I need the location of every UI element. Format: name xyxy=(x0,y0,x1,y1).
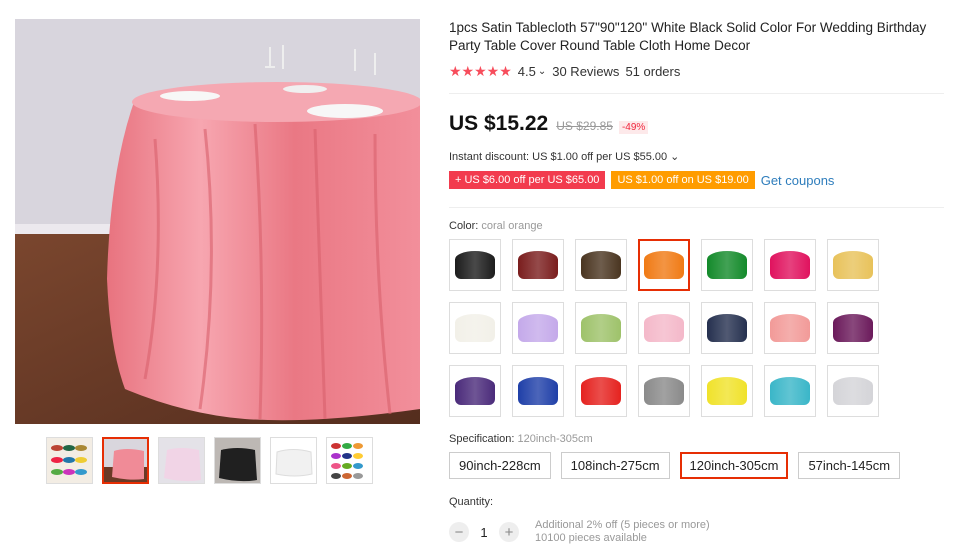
coupon-store[interactable]: + US $6.00 off per US $65.00 xyxy=(449,171,606,189)
main-product-image xyxy=(15,19,420,424)
price-block: US $15.22 US $29.85 -49% xyxy=(449,112,649,136)
star-rating-icon: ★★★★★ xyxy=(449,63,512,79)
thumbnail-black[interactable] xyxy=(214,437,261,484)
spec-option-button[interactable]: 57inch-145cm xyxy=(798,452,901,479)
tablecloth-swatch-icon xyxy=(707,377,747,405)
quantity-input[interactable]: 1 xyxy=(469,525,499,540)
stock-available-text: 10100 pieces available xyxy=(535,532,647,544)
orders-count: 51 orders xyxy=(625,64,681,79)
color-swatch[interactable] xyxy=(827,365,879,417)
color-swatch[interactable] xyxy=(512,239,564,291)
spec-options: 90inch-228cm 108inch-275cm 120inch-305cm 57… xyxy=(449,452,901,479)
rating-row: ★★★★★ 4.5 ⌄ 30 Reviews 51 orders xyxy=(449,63,686,80)
tablecloth-swatch-icon xyxy=(455,377,495,405)
color-swatch[interactable] xyxy=(512,365,564,417)
tablecloth-swatch-icon xyxy=(833,377,873,405)
instant-discount[interactable]: Instant discount: US $1.00 off per US $5… xyxy=(449,150,679,163)
rating-value[interactable]: 4.5 xyxy=(518,64,536,79)
color-swatch[interactable] xyxy=(764,365,816,417)
color-value: coral orange xyxy=(481,220,543,232)
tablecloth-swatch-icon xyxy=(833,314,873,342)
color-swatch[interactable] xyxy=(512,302,564,354)
tablecloth-swatch-icon xyxy=(707,251,747,279)
tablecloth-swatch-icon xyxy=(707,314,747,342)
color-swatch[interactable] xyxy=(827,239,879,291)
tablecloth-swatch-icon xyxy=(581,251,621,279)
thumbnail-colors-1[interactable] xyxy=(46,437,93,484)
tablecloth-swatch-icon xyxy=(644,314,684,342)
coupon-select[interactable]: US $1.00 off on US $19.00 xyxy=(611,171,755,189)
color-swatch[interactable] xyxy=(701,239,753,291)
thumbnail-colors-2[interactable] xyxy=(326,437,373,484)
quantity-info: Additional 2% off (5 pieces or more) 101… xyxy=(535,519,710,545)
thumbnail-light-pink[interactable] xyxy=(158,437,205,484)
tablecloth-swatch-icon xyxy=(770,251,810,279)
color-swatch[interactable] xyxy=(449,365,501,417)
color-swatch[interactable] xyxy=(701,365,753,417)
tablecloth-swatch-icon xyxy=(770,314,810,342)
color-swatch[interactable] xyxy=(575,365,627,417)
original-price: US $29.85 xyxy=(556,119,613,133)
reviews-link[interactable]: 30 Reviews xyxy=(552,64,619,79)
color-swatch[interactable] xyxy=(827,302,879,354)
color-swatch[interactable] xyxy=(701,302,753,354)
color-swatch[interactable] xyxy=(575,239,627,291)
tablecloth-swatch-icon xyxy=(644,377,684,405)
get-coupons-link[interactable]: Get coupons xyxy=(761,173,835,188)
color-swatch[interactable] xyxy=(764,239,816,291)
divider xyxy=(449,207,944,208)
color-swatch[interactable] xyxy=(449,239,501,291)
spec-option-button[interactable]: 120inch-305cm xyxy=(679,452,789,479)
tablecloth-illustration xyxy=(15,19,420,424)
tablecloth-swatch-icon xyxy=(518,314,558,342)
spec-value: 120inch-305cm xyxy=(517,433,593,445)
product-title: 1pcs Satin Tablecloth 57"90"120'' White … xyxy=(449,20,927,53)
tablecloth-swatch-icon xyxy=(770,377,810,405)
spec-label: Specification: 120inch-305cm xyxy=(449,433,593,445)
discount-badge: -49% xyxy=(618,121,649,134)
color-swatch[interactable] xyxy=(449,302,501,354)
thumbnail-white[interactable] xyxy=(270,437,317,484)
spec-option-button[interactable]: 90inch-228cm xyxy=(449,452,551,479)
quantity-stepper: − 1 + Additional 2% off (5 pieces or mor… xyxy=(449,519,710,545)
thumbnail-pink[interactable] xyxy=(102,437,149,484)
spec-option-button[interactable]: 108inch-275cm xyxy=(560,452,670,479)
color-label-text: Color: xyxy=(449,220,482,232)
tablecloth-swatch-icon xyxy=(518,251,558,279)
color-swatch[interactable] xyxy=(764,302,816,354)
color-swatch[interactable] xyxy=(638,365,690,417)
color-swatch[interactable] xyxy=(638,239,690,291)
spec-label-text: Specification: xyxy=(449,433,518,445)
tablecloth-swatch-icon xyxy=(455,314,495,342)
tablecloth-swatch-icon xyxy=(581,377,621,405)
thumbnail-strip xyxy=(46,437,373,484)
tablecloth-swatch-icon xyxy=(581,314,621,342)
divider xyxy=(449,93,944,94)
tablecloth-swatch-icon xyxy=(644,251,684,279)
tablecloth-swatch-icon xyxy=(518,377,558,405)
tablecloth-swatch-icon xyxy=(833,251,873,279)
coupon-row: + US $6.00 off per US $65.00 US $1.00 of… xyxy=(449,171,834,189)
tablecloth-swatch-icon xyxy=(455,251,495,279)
rating-chevron-icon[interactable]: ⌄ xyxy=(538,66,546,77)
color-swatch[interactable] xyxy=(638,302,690,354)
color-label: Color: coral orange xyxy=(449,220,543,232)
color-swatch-grid xyxy=(449,239,879,417)
color-swatch[interactable] xyxy=(575,302,627,354)
quantity-label: Quantity: xyxy=(449,496,494,508)
current-price: US $15.22 xyxy=(449,112,549,135)
bulk-discount-text: Additional 2% off (5 pieces or more) xyxy=(535,519,710,531)
quantity-plus-button[interactable]: + xyxy=(499,522,519,542)
quantity-minus-button[interactable]: − xyxy=(449,522,469,542)
